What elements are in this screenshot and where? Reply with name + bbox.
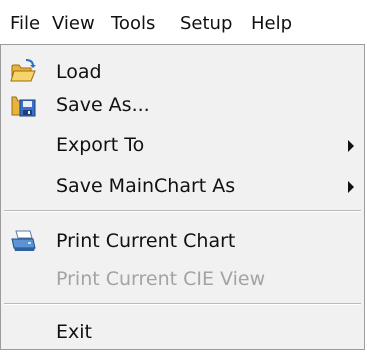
menu-bar: File View Tools Setup Help <box>0 0 367 44</box>
menu-item-label: Print Current Chart <box>56 230 236 252</box>
submenu-arrow-icon <box>348 140 354 152</box>
menu-item-label: Export To <box>56 134 145 156</box>
menu-setup[interactable]: Setup <box>180 12 232 36</box>
menu-separator <box>4 210 361 212</box>
menu-item-label: Save MainChart As <box>56 175 236 197</box>
menu-help[interactable]: Help <box>251 12 292 36</box>
menu-view[interactable]: View <box>52 12 95 36</box>
printer-icon <box>10 228 37 254</box>
menu-item-label: Save As... <box>56 94 150 116</box>
menu-item-label: Print Current CIE View <box>56 268 266 290</box>
menu-item-label: Load <box>56 61 102 83</box>
menu-item-print-current-chart[interactable]: Print Current Chart <box>1 226 364 256</box>
menu-item-print-current-cie-view: Print Current CIE View <box>1 264 364 294</box>
menu-item-exit[interactable]: Exit <box>1 317 364 347</box>
menu-item-save-mainchart-as[interactable]: Save MainChart As <box>1 171 364 201</box>
menu-item-load[interactable]: Load <box>1 57 364 87</box>
submenu-arrow-icon <box>348 181 354 193</box>
menu-separator <box>4 303 361 305</box>
menu-file[interactable]: File <box>10 12 40 36</box>
folder-open-icon <box>10 59 37 85</box>
menu-item-save-as[interactable]: Save As... <box>1 90 364 120</box>
menu-item-label: Exit <box>56 321 92 343</box>
menu-tools[interactable]: Tools <box>111 12 155 36</box>
save-icon <box>10 92 37 118</box>
file-menu-dropdown: Load Save As... Export To Save MainChart… <box>0 44 365 350</box>
menu-item-export-to[interactable]: Export To <box>1 130 364 160</box>
